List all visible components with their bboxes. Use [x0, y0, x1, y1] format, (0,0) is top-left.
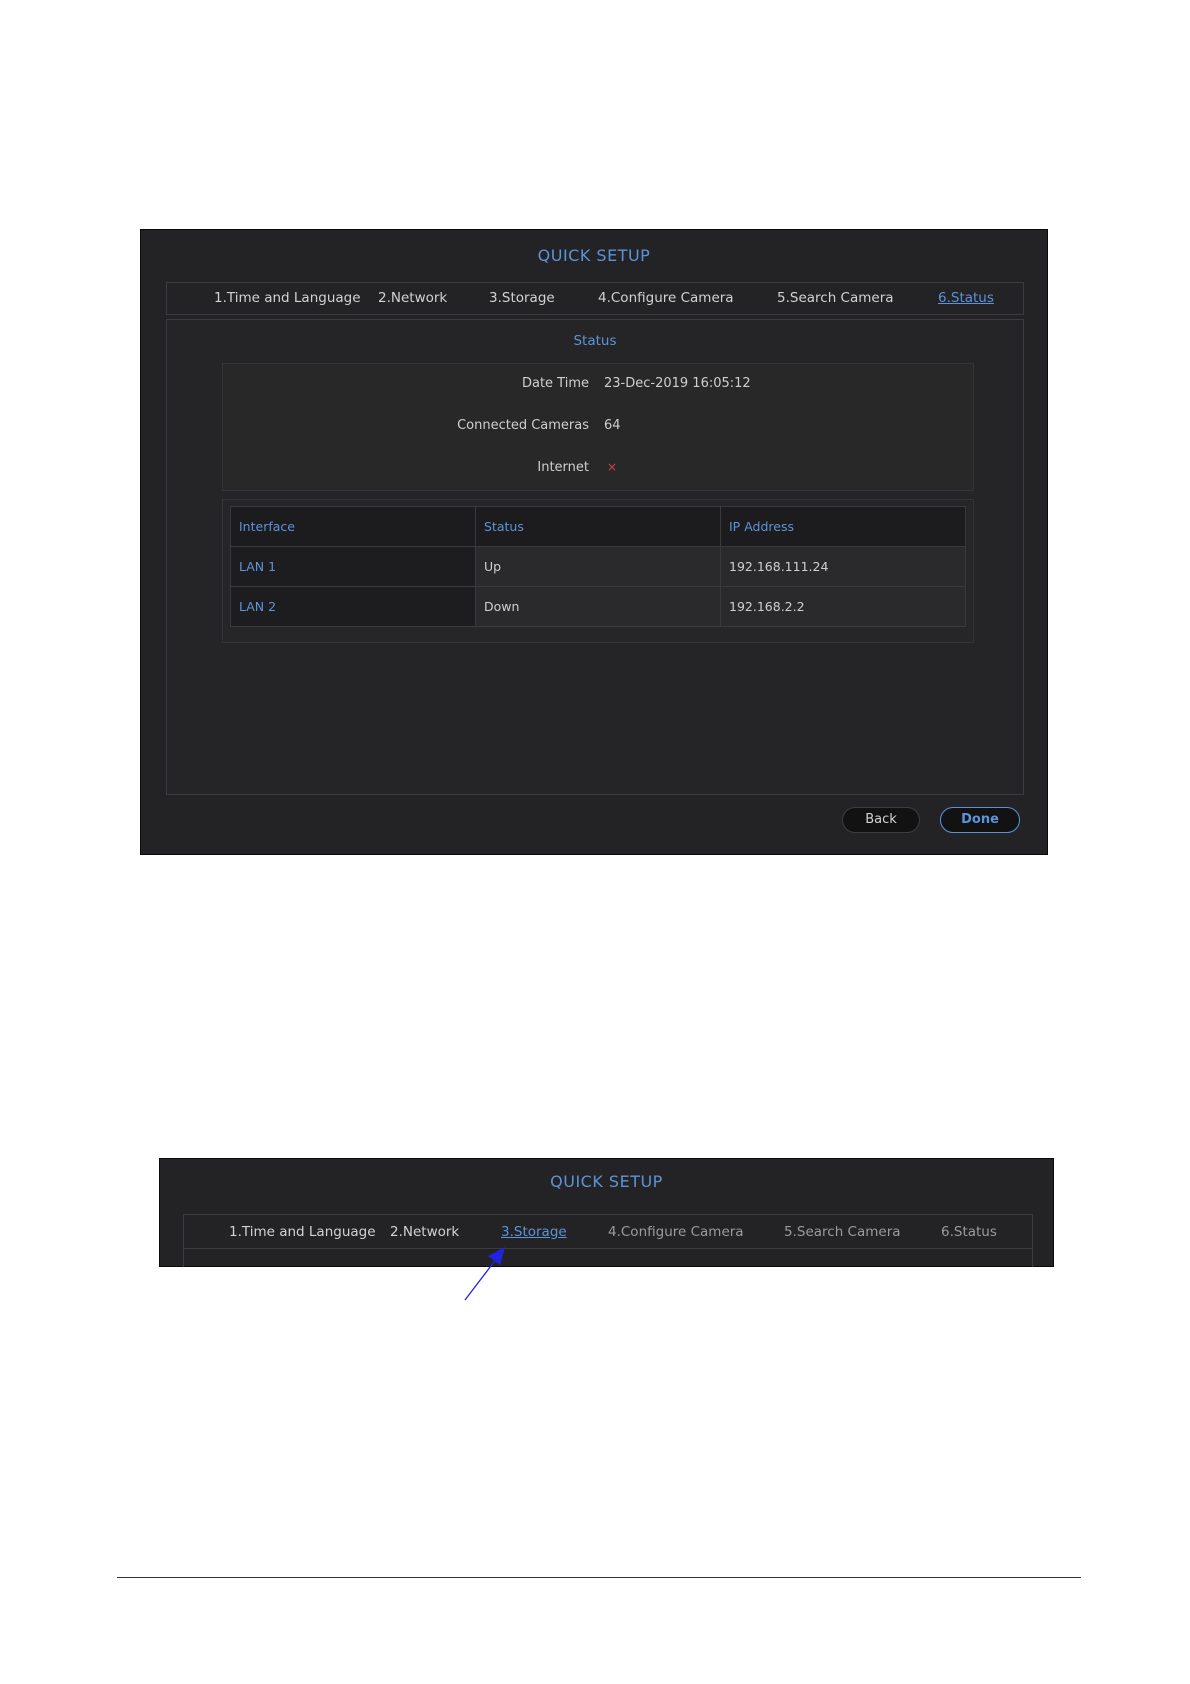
page-footer-rule: [117, 1577, 1081, 1578]
annotation-arrow-icon: [464, 1247, 505, 1301]
